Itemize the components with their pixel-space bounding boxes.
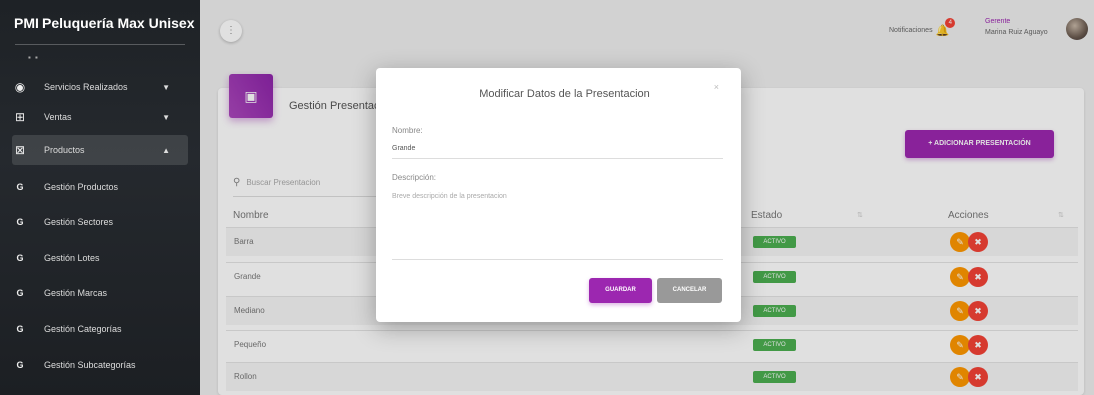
brand-divider bbox=[15, 44, 185, 45]
sidebar-subitem-productos[interactable]: G Gestión Productos bbox=[12, 172, 188, 202]
sidebar-subitem-subcategorias[interactable]: G Gestión Subcategorías bbox=[12, 350, 188, 380]
sidebar-item-label: Productos bbox=[44, 145, 85, 155]
cancel-button[interactable]: CANCELAR bbox=[657, 278, 722, 303]
edit-presentation-modal: Modificar Datos de la Presentacion × Nom… bbox=[376, 68, 741, 322]
sidebar-subitem-label: Gestión Marcas bbox=[44, 288, 108, 298]
sidebar-item-label: Ventas bbox=[44, 112, 72, 122]
sidebar-subitem-mini: G bbox=[16, 217, 24, 227]
brand-dots: ▪ ▪ bbox=[28, 53, 39, 62]
eye-icon: ◉ bbox=[14, 80, 26, 94]
description-label: Descripción: bbox=[392, 173, 437, 182]
sidebar-item-servicios[interactable]: ◉ Servicios Realizados ▼ bbox=[12, 72, 188, 102]
name-label: Nombre: bbox=[392, 126, 423, 135]
name-field[interactable]: Grande bbox=[392, 145, 723, 159]
sidebar-subitem-marcas[interactable]: G Gestión Marcas bbox=[12, 278, 188, 308]
sidebar-subitem-label: Gestión Productos bbox=[44, 182, 119, 192]
sidebar-item-label: Servicios Realizados bbox=[44, 82, 128, 92]
sidebar-subitem-mini: G bbox=[16, 182, 24, 192]
sidebar-subitem-mini: G bbox=[16, 324, 24, 334]
brand-name: Peluquería Max Unisex bbox=[42, 15, 195, 31]
sidebar-subitem-label: Gestión Lotes bbox=[44, 253, 100, 263]
description-field[interactable]: Breve descripción de la presentacion bbox=[392, 193, 723, 260]
sidebar-subitem-lotes[interactable]: G Gestión Lotes bbox=[12, 243, 188, 273]
caret-down-icon: ▼ bbox=[162, 112, 170, 122]
sidebar-subitem-label: Gestión Subcategorías bbox=[44, 360, 136, 370]
modal-title: Modificar Datos de la Presentacion bbox=[479, 88, 650, 100]
sidebar-subitem-sectores[interactable]: G Gestión Sectores bbox=[12, 207, 188, 237]
save-button[interactable]: GUARDAR bbox=[589, 278, 652, 303]
sidebar-subitem-label: Gestión Categorías bbox=[44, 324, 122, 334]
sidebar: PMI Peluquería Max Unisex ▪ ▪ ◉ Servicio… bbox=[0, 0, 200, 395]
close-icon[interactable]: × bbox=[714, 82, 719, 92]
caret-up-icon: ▲ bbox=[162, 145, 170, 155]
caret-down-icon: ▼ bbox=[162, 82, 170, 92]
sidebar-subitem-mini: G bbox=[16, 360, 24, 370]
sidebar-subitem-mini: G bbox=[16, 288, 24, 298]
cart-icon: ⊞ bbox=[14, 110, 26, 124]
basket-icon: ⊠ bbox=[14, 143, 26, 157]
brand[interactable]: PMI Peluquería Max Unisex bbox=[0, 0, 200, 46]
sidebar-subitem-mini: G bbox=[16, 253, 24, 263]
sidebar-item-productos[interactable]: ⊠ Productos ▲ bbox=[12, 135, 188, 165]
sidebar-item-ventas[interactable]: ⊞ Ventas ▼ bbox=[12, 102, 188, 132]
sidebar-subitem-label: Gestión Sectores bbox=[44, 217, 114, 227]
sidebar-subitem-categorias[interactable]: G Gestión Categorías bbox=[12, 314, 188, 344]
brand-logo-mini: PMI bbox=[14, 15, 39, 31]
